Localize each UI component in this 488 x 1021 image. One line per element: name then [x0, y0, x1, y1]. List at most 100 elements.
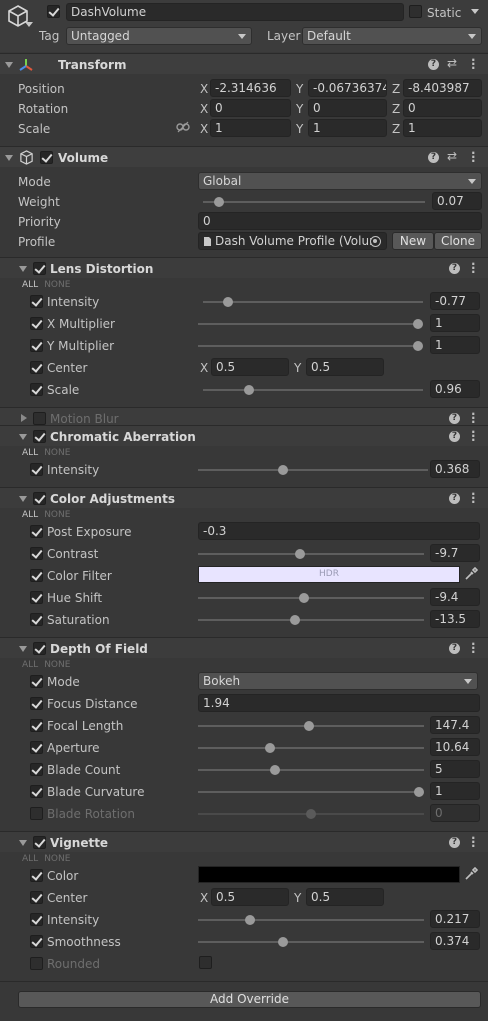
- saturation-field[interactable]: -13.5: [430, 610, 480, 628]
- preset-icon[interactable]: ⇄: [447, 149, 457, 163]
- weight-field[interactable]: 0.07: [432, 192, 482, 210]
- help-icon[interactable]: ?: [449, 493, 460, 504]
- scale-x-field[interactable]: 1: [210, 119, 291, 137]
- slider-knob[interactable]: [244, 385, 255, 395]
- clone-profile-button[interactable]: Clone: [434, 232, 482, 250]
- volume-fold-icon[interactable]: [5, 155, 13, 161]
- override-checkbox[interactable]: [30, 547, 43, 560]
- weight-slider[interactable]: [203, 197, 425, 207]
- center-x-axis[interactable]: X: [200, 891, 208, 905]
- context-menu-icon[interactable]: · · ·: [471, 426, 476, 446]
- add-override-button[interactable]: Add Override: [18, 991, 481, 1008]
- static-checkbox[interactable]: [409, 5, 422, 18]
- override-checkbox[interactable]: [30, 913, 43, 926]
- help-icon[interactable]: ?: [449, 837, 460, 848]
- slider-knob[interactable]: [414, 787, 424, 797]
- vignette-center-x-field[interactable]: 0.5: [211, 888, 289, 906]
- chromatic-intensity-slider[interactable]: [198, 465, 428, 475]
- smoothness-slider[interactable]: [198, 937, 424, 947]
- preset-icon[interactable]: ⇄: [447, 56, 457, 70]
- rotation-y-field[interactable]: 0: [308, 99, 387, 117]
- aperture-field[interactable]: 10.64: [430, 738, 480, 756]
- vignette-intensity-field[interactable]: 0.217: [430, 910, 480, 928]
- dof-enabled-checkbox[interactable]: [33, 642, 46, 655]
- color-adj-fold-icon[interactable]: [19, 496, 27, 502]
- blade-count-slider[interactable]: [198, 765, 424, 775]
- override-checkbox[interactable]: [30, 697, 43, 710]
- slider-knob[interactable]: [303, 721, 314, 731]
- profile-field[interactable]: Dash Volume Profile (Volum: [198, 232, 387, 250]
- slider-knob[interactable]: [277, 937, 288, 947]
- override-checkbox[interactable]: [30, 869, 43, 882]
- hue-shift-slider[interactable]: [198, 593, 424, 603]
- slider-knob[interactable]: [294, 549, 305, 559]
- help-icon[interactable]: ?: [449, 431, 460, 442]
- slider-knob[interactable]: [413, 319, 423, 329]
- eyedropper-icon[interactable]: [464, 867, 478, 881]
- all-none-toggle[interactable]: ALL NONE: [22, 448, 70, 458]
- saturation-slider[interactable]: [198, 615, 424, 625]
- lens-scale-slider[interactable]: [203, 385, 423, 395]
- icon-dropdown-arrow[interactable]: [25, 22, 33, 27]
- volume-header[interactable]: Volume ? ⇄ · · ·: [0, 146, 488, 167]
- rotation-x-axis[interactable]: X: [200, 102, 208, 116]
- scale-z-axis[interactable]: Z: [392, 122, 400, 136]
- scale-x-axis[interactable]: X: [200, 122, 208, 136]
- help-icon[interactable]: ?: [428, 59, 439, 70]
- rotation-z-axis[interactable]: Z: [392, 102, 400, 116]
- lens-intensity-field[interactable]: -0.77: [430, 292, 480, 310]
- object-picker-icon[interactable]: [370, 236, 381, 247]
- slider-knob[interactable]: [277, 465, 288, 475]
- override-checkbox[interactable]: [30, 591, 43, 604]
- override-checkbox[interactable]: [30, 675, 43, 688]
- vignette-center-y-field[interactable]: 0.5: [306, 888, 384, 906]
- slider-knob[interactable]: [265, 743, 276, 753]
- context-menu-icon[interactable]: · · ·: [471, 147, 476, 167]
- scale-y-field[interactable]: 1: [308, 119, 387, 137]
- transform-header[interactable]: Transform ? ⇄ · · ·: [0, 53, 488, 74]
- dof-mode-dropdown[interactable]: Bokeh: [198, 672, 478, 690]
- override-checkbox[interactable]: [30, 383, 43, 396]
- transform-fold-icon[interactable]: [5, 62, 13, 68]
- override-checkbox[interactable]: [30, 719, 43, 732]
- scale-z-field[interactable]: 1: [403, 119, 482, 137]
- focal-length-slider[interactable]: [198, 721, 424, 731]
- xmul-field[interactable]: 1: [430, 314, 480, 332]
- lens-scale-field[interactable]: 0.96: [430, 380, 480, 398]
- center-y-axis[interactable]: Y: [294, 361, 301, 375]
- position-y-axis[interactable]: Y: [296, 82, 303, 96]
- all-none-toggle[interactable]: ALL NONE: [22, 854, 70, 864]
- xmul-slider[interactable]: [198, 319, 423, 329]
- none-button[interactable]: NONE: [44, 854, 70, 864]
- help-icon[interactable]: ?: [428, 152, 439, 163]
- chromatic-intensity-field[interactable]: 0.368: [430, 460, 480, 478]
- smoothness-field[interactable]: 0.374: [430, 932, 480, 950]
- context-menu-icon[interactable]: · · ·: [471, 832, 476, 852]
- new-profile-button[interactable]: New: [392, 232, 434, 250]
- slider-knob[interactable]: [269, 765, 280, 775]
- ymul-slider[interactable]: [198, 341, 423, 351]
- override-checkbox[interactable]: [30, 613, 43, 626]
- none-button[interactable]: NONE: [44, 510, 70, 520]
- mode-dropdown[interactable]: Global: [198, 172, 482, 190]
- volume-enabled-checkbox[interactable]: [40, 151, 53, 164]
- slider-knob[interactable]: [244, 915, 255, 925]
- override-checkbox[interactable]: [30, 295, 43, 308]
- lens-distortion-header[interactable]: Lens Distortion ? · · ·: [0, 257, 488, 278]
- rotation-y-axis[interactable]: Y: [296, 102, 303, 116]
- rotation-x-field[interactable]: 0: [210, 99, 291, 117]
- position-z-axis[interactable]: Z: [392, 82, 400, 96]
- position-z-field[interactable]: -8.403987: [403, 79, 482, 97]
- all-button[interactable]: ALL: [22, 510, 38, 520]
- context-menu-icon[interactable]: · · ·: [471, 638, 476, 658]
- chromatic-fold-icon[interactable]: [19, 434, 27, 440]
- override-checkbox[interactable]: [30, 741, 43, 754]
- lens-center-y-field[interactable]: 0.5: [306, 358, 384, 376]
- gameobject-active-checkbox[interactable]: [47, 5, 60, 18]
- weight-slider-knob[interactable]: [213, 197, 224, 207]
- override-checkbox[interactable]: [30, 957, 43, 970]
- center-x-axis[interactable]: X: [200, 361, 208, 375]
- aperture-slider[interactable]: [198, 743, 424, 753]
- post-exposure-field[interactable]: -0.3: [198, 522, 480, 540]
- context-menu-icon[interactable]: · · ·: [471, 408, 476, 428]
